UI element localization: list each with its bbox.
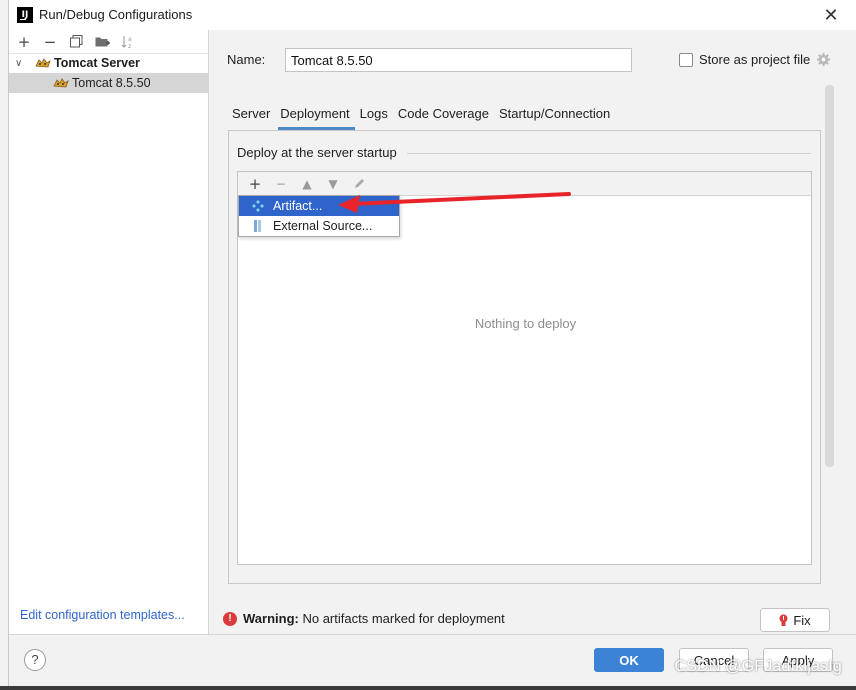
deployment-panel: Deploy at the server startup + − ▲ ▼ Not… [228, 130, 821, 584]
tree-node-label: Tomcat 8.5.50 [72, 76, 151, 90]
sort-icon[interactable]: az [119, 33, 137, 51]
copy-icon[interactable] [67, 33, 85, 51]
deployment-toolbar: + − ▲ ▼ [238, 172, 811, 196]
edit-templates-link[interactable]: Edit configuration templates... [20, 608, 185, 622]
gear-icon[interactable] [816, 52, 831, 67]
svg-text:z: z [128, 43, 131, 49]
intellij-logo-icon: IJ [17, 7, 33, 23]
dialog-title: Run/Debug Configurations [39, 7, 193, 22]
tree-toolbar: + − az [9, 30, 208, 54]
group-title: Deploy at the server startup [237, 145, 403, 160]
remove-icon[interactable]: − [41, 33, 59, 51]
close-icon[interactable]: ✕ [821, 5, 841, 25]
warning-icon: ! [223, 611, 237, 626]
chevron-down-icon[interactable]: ∨ [15, 58, 27, 69]
store-as-project-file-label: Store as project file [699, 52, 811, 67]
tomcat-icon [53, 78, 69, 88]
run-debug-dialog: IJ Run/Debug Configurations ✕ + − az ∨ T… [8, 0, 856, 686]
menu-item-external-source[interactable]: External Source... [239, 216, 399, 236]
library-icon [254, 220, 261, 232]
edit-pencil-icon[interactable] [350, 175, 368, 193]
empty-list-text: Nothing to deploy [474, 316, 577, 331]
ok-button[interactable]: OK [594, 648, 664, 672]
lightbulb-icon [779, 614, 788, 626]
tree-node-tomcat-server[interactable]: ∨ Tomcat Server [9, 53, 208, 73]
watermark-text: CSDN @GFJadfkljasfg [674, 658, 842, 675]
configuration-editor: Name: Store as project file Server Deplo… [210, 30, 856, 634]
configurations-tree-panel: + − az ∨ Tomcat Server Tomcat 8.5.50 Edi… [9, 30, 209, 634]
fix-button[interactable]: Fix [760, 608, 830, 632]
menu-item-label: External Source... [273, 219, 373, 233]
tab-deployment[interactable]: Deployment [278, 104, 356, 130]
help-button[interactable]: ? [24, 649, 46, 671]
tab-logs[interactable]: Logs [360, 104, 388, 130]
vertical-scrollbar[interactable] [825, 85, 834, 467]
tomcat-icon [35, 58, 51, 68]
warning-message: ! Warning: No artifacts marked for deplo… [223, 611, 505, 626]
menu-item-artifact[interactable]: Artifact... [239, 196, 399, 216]
outer-edge-bottom [0, 686, 856, 690]
remove-icon[interactable]: − [272, 175, 290, 193]
store-as-project-file-checkbox[interactable] [679, 53, 693, 67]
add-icon[interactable]: + [15, 33, 33, 51]
move-down-icon[interactable]: ▼ [324, 175, 342, 193]
menu-item-label: Artifact... [273, 199, 323, 213]
add-menu-popup: Artifact... External Source... [238, 195, 400, 237]
outer-edge [0, 0, 8, 690]
deployment-list[interactable]: + − ▲ ▼ Nothing to deploy Artifact... Ex… [237, 171, 812, 565]
tab-server[interactable]: Server [232, 104, 270, 130]
name-label: Name: [227, 52, 265, 67]
svg-text:a: a [128, 36, 132, 43]
tree-node-tomcat-config[interactable]: Tomcat 8.5.50 [9, 73, 208, 93]
name-input[interactable] [285, 48, 632, 72]
folder-add-icon[interactable] [93, 33, 111, 51]
name-label-text: Name: [227, 52, 266, 67]
artifact-icon [252, 200, 264, 212]
warning-text: No artifacts marked for deployment [302, 611, 505, 626]
group-divider [407, 153, 811, 154]
move-up-icon[interactable]: ▲ [298, 175, 316, 193]
add-icon[interactable]: + [246, 175, 264, 193]
title-bar: IJ Run/Debug Configurations ✕ [9, 0, 856, 30]
fix-label: Fix [793, 612, 811, 628]
warning-bold-text: Warning: [243, 611, 299, 626]
tree-node-label: Tomcat Server [54, 56, 140, 70]
tab-startup-connection[interactable]: Startup/Connection [499, 104, 610, 130]
tab-code-coverage[interactable]: Code Coverage [398, 104, 489, 130]
config-tabs: Server Deployment Logs Code Coverage Sta… [232, 104, 620, 130]
